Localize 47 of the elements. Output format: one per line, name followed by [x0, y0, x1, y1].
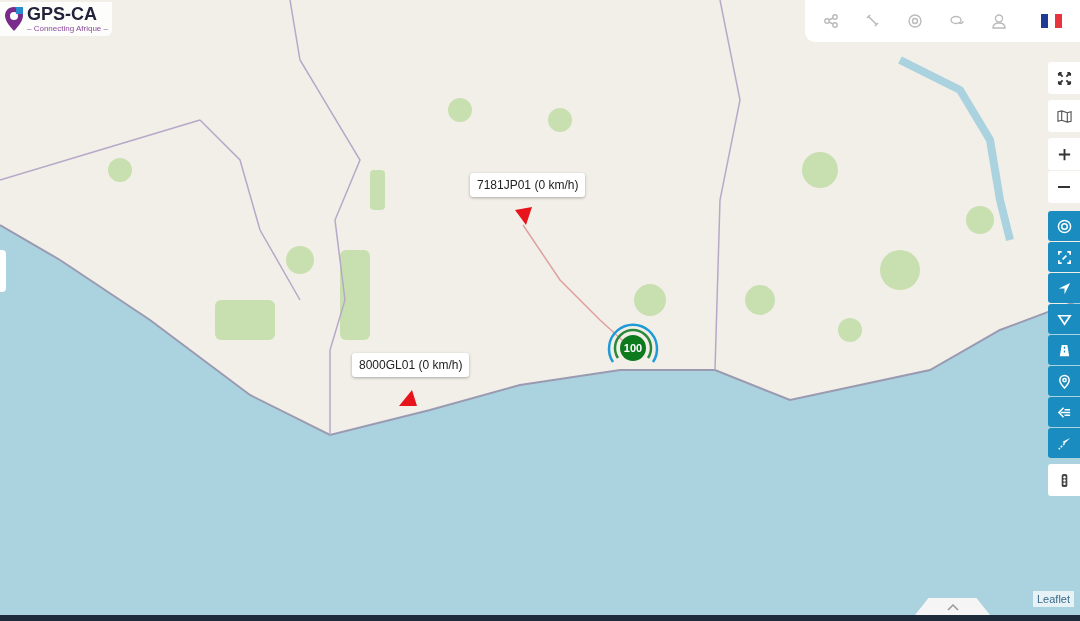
back-tool-button[interactable] [1048, 397, 1080, 427]
zoom-out-button[interactable] [1048, 171, 1080, 203]
logo-name: GPS-CA [27, 4, 98, 24]
plus-icon [1056, 146, 1072, 162]
traffic-button[interactable] [1048, 464, 1080, 496]
map-layers-button[interactable] [1048, 100, 1080, 132]
expand-icon [1056, 70, 1072, 86]
forest-area [286, 246, 314, 274]
target-icon [1056, 218, 1072, 234]
forest-area [634, 284, 666, 316]
share-icon[interactable] [823, 13, 839, 29]
forest-area [802, 152, 838, 188]
minus-icon [1058, 186, 1070, 188]
diagonal-arrow-icon [1056, 435, 1072, 451]
send-tool-button[interactable] [1048, 428, 1080, 458]
fullscreen-button[interactable] [1048, 62, 1080, 94]
caret-up-icon [946, 602, 959, 611]
radar-tool-button[interactable] [1048, 211, 1080, 241]
vehicle-marker-icon[interactable] [398, 388, 418, 408]
forest-area [215, 300, 275, 340]
settings-icon[interactable] [907, 13, 923, 29]
vehicle-cluster[interactable]: 100 [605, 320, 661, 376]
logo-tagline: – Connecting Afrique – [27, 24, 108, 34]
vehicle-tooltip: 7181JP01 (0 km/h) [470, 173, 586, 197]
forest-area [880, 250, 920, 290]
focus-tool-button[interactable] [1048, 242, 1080, 272]
map-icon [1056, 108, 1072, 124]
forest-area [548, 108, 572, 132]
forest-area [745, 285, 775, 315]
user-icon[interactable] [991, 13, 1007, 29]
vehicle-tooltip: 8000GL01 (0 km/h) [352, 353, 470, 377]
arrow-tool-button[interactable] [1048, 273, 1080, 303]
focus-icon [1056, 249, 1072, 265]
forest-area [448, 98, 472, 122]
vehicle-marker-icon[interactable] [514, 206, 534, 226]
location-pin-icon [1056, 373, 1072, 389]
zoom-in-button[interactable] [1048, 138, 1080, 170]
map-pin-logo-icon [4, 6, 24, 32]
forest-area [108, 158, 132, 182]
flag-icon[interactable] [1041, 14, 1062, 28]
pin-tool-button[interactable] [1048, 366, 1080, 396]
leaflet-link[interactable]: Leaflet [1032, 591, 1074, 607]
road-tool-button[interactable] [1048, 335, 1080, 365]
forest-area [370, 170, 385, 210]
forest-area [838, 318, 862, 342]
triangle-tool-button[interactable] [1048, 304, 1080, 334]
forest-area [966, 206, 994, 234]
